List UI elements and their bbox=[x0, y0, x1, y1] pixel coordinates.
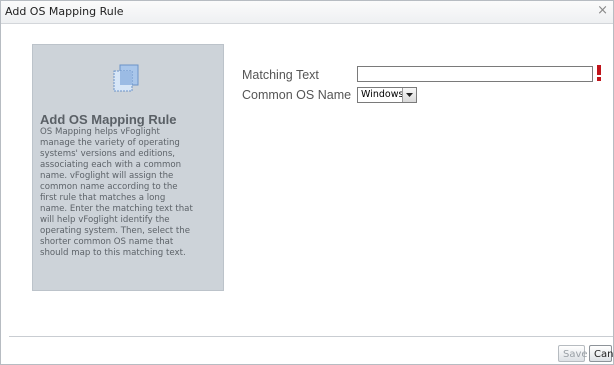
dialog-title: Add OS Mapping Rule bbox=[5, 5, 124, 18]
help-line: should map to this matching text. bbox=[40, 248, 186, 258]
help-panel: Add OS Mapping Rule OS Mapping helps vFo… bbox=[32, 44, 224, 291]
save-button[interactable]: Save bbox=[558, 345, 588, 362]
help-line: name. vFoglight will assign the bbox=[40, 171, 174, 181]
help-line: common name according to the bbox=[40, 182, 178, 192]
common-os-name-select[interactable]: Windows bbox=[357, 87, 417, 103]
dialog-body: Add OS Mapping Rule OS Mapping helps vFo… bbox=[9, 24, 605, 336]
close-icon[interactable]: × bbox=[597, 3, 608, 18]
help-line: first rule that matches a long bbox=[40, 193, 166, 203]
help-line: name. Enter the matching text that bbox=[40, 204, 193, 214]
required-icon bbox=[597, 65, 601, 81]
chevron-down-icon[interactable] bbox=[402, 88, 416, 102]
footer-divider bbox=[9, 336, 613, 337]
matching-text-input[interactable] bbox=[357, 66, 593, 82]
help-line: will help vFoglight identify the bbox=[40, 215, 170, 225]
help-text: OS Mapping helps vFoglight manage the va… bbox=[40, 127, 225, 259]
common-os-selected-value: Windows bbox=[361, 89, 404, 100]
copy-windows-icon bbox=[113, 64, 139, 92]
help-line: shorter common OS name that bbox=[40, 237, 174, 247]
help-line: operating system. Then, select the bbox=[40, 226, 190, 236]
dialog-titlebar[interactable]: Add OS Mapping Rule × bbox=[1, 1, 613, 24]
help-line: associating each with a common bbox=[40, 160, 182, 170]
cancel-button[interactable]: Cancel bbox=[589, 345, 614, 362]
common-os-name-label: Common OS Name bbox=[242, 88, 352, 102]
help-line: OS Mapping helps vFoglight bbox=[40, 127, 160, 137]
add-os-mapping-rule-dialog: Add OS Mapping Rule × Add OS Mapping Rul… bbox=[0, 0, 614, 365]
help-line: manage the variety of operating bbox=[40, 138, 180, 148]
help-title: Add OS Mapping Rule bbox=[40, 112, 177, 127]
help-line: systems' versions and editions, bbox=[40, 149, 176, 159]
matching-text-label: Matching Text bbox=[242, 68, 319, 82]
